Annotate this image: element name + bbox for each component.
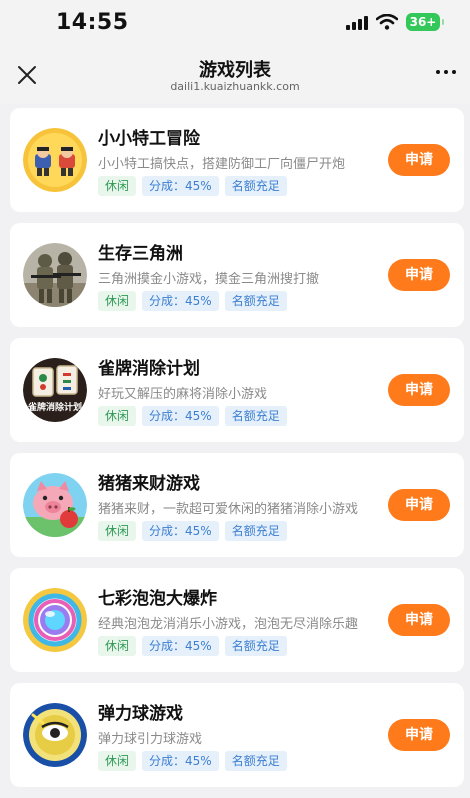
tag-quota: 名额充足 xyxy=(224,521,287,541)
apply-button[interactable]: 申请 xyxy=(388,144,450,176)
apply-button[interactable]: 申请 xyxy=(388,719,450,751)
game-card[interactable]: 雀牌消除计划 雀牌消除计划 好玩又解压的麻将消除小游戏 休闲 分成：45% 名额… xyxy=(10,338,464,442)
tag-share: 分成：45% xyxy=(142,176,219,196)
game-list: 小小特工冒险 小小特工搞快点，搭建防御工厂向僵尸开炮 休闲 分成：45% 名额充… xyxy=(10,108,464,798)
tag-list: 休闲 分成：45% 名额充足 xyxy=(98,751,287,771)
tag-type: 休闲 xyxy=(98,521,137,541)
mahjong-icon: 雀牌消除计划 xyxy=(23,358,87,422)
tag-quota: 名额充足 xyxy=(224,291,287,311)
agents-icon xyxy=(23,128,87,192)
signal-icon xyxy=(346,14,368,30)
tag-list: 休闲 分成：45% 名额充足 xyxy=(98,291,287,311)
soldiers-icon xyxy=(23,243,87,307)
status-bar: 14:55 36+ xyxy=(0,0,470,48)
bubble-icon xyxy=(23,588,87,652)
game-card[interactable]: 生存三角洲 三角洲摸金小游戏，摸金三角洲搜打撤 休闲 分成：45% 名额充足 申… xyxy=(10,223,464,327)
more-icon[interactable] xyxy=(436,70,456,74)
game-name: 生存三角洲 xyxy=(98,244,183,264)
tag-share: 分成：45% xyxy=(142,406,219,426)
battery-icon: 36+ xyxy=(406,13,444,31)
tag-type: 休闲 xyxy=(98,751,137,771)
tag-quota: 名额充足 xyxy=(224,406,287,426)
status-time: 14:55 xyxy=(56,10,129,35)
page-title: 游戏列表 xyxy=(199,60,271,81)
tag-quota: 名额充足 xyxy=(224,751,287,771)
apply-button[interactable]: 申请 xyxy=(388,259,450,291)
game-desc: 弹力球引力球游戏 xyxy=(98,732,203,747)
game-name: 猪猪来财游戏 xyxy=(98,474,200,494)
game-name: 弹力球游戏 xyxy=(98,704,183,724)
tag-share: 分成：45% xyxy=(142,291,219,311)
apply-button[interactable]: 申请 xyxy=(388,489,450,521)
tag-quota: 名额充足 xyxy=(224,636,287,656)
tag-type: 休闲 xyxy=(98,636,137,656)
nav-bar: 游戏列表 daili1.kuaizhuankk.com xyxy=(0,48,470,104)
tag-share: 分成：45% xyxy=(142,521,219,541)
tag-list: 休闲 分成：45% 名额充足 xyxy=(98,636,287,656)
wifi-icon xyxy=(376,14,398,30)
game-card[interactable]: 弹力球游戏 弹力球引力球游戏 休闲 分成：45% 名额充足 申请 xyxy=(10,683,464,787)
tag-list: 休闲 分成：45% 名额充足 xyxy=(98,406,287,426)
tag-type: 休闲 xyxy=(98,406,137,426)
apply-button[interactable]: 申请 xyxy=(388,604,450,636)
tag-type: 休闲 xyxy=(98,176,137,196)
game-card[interactable]: 七彩泡泡大爆炸 经典泡泡龙消消乐小游戏，泡泡无尽消除乐趣 休闲 分成：45% 名… xyxy=(10,568,464,672)
status-icons: 36+ xyxy=(346,13,444,31)
tag-list: 休闲 分成：45% 名额充足 xyxy=(98,521,287,541)
avatar-caption: 雀牌消除计划 xyxy=(27,401,82,413)
game-desc: 猪猪来财，一款超可爱休闲的猪猪消除小游戏 xyxy=(98,502,359,517)
game-name: 七彩泡泡大爆炸 xyxy=(98,589,217,609)
page-url: daili1.kuaizhuankk.com xyxy=(170,80,300,93)
tag-share: 分成：45% xyxy=(142,751,219,771)
tag-list: 休闲 分成：45% 名额充足 xyxy=(98,176,287,196)
game-card[interactable]: 猪猪来财游戏 猪猪来财，一款超可爱休闲的猪猪消除小游戏 休闲 分成：45% 名额… xyxy=(10,453,464,557)
tag-share: 分成：45% xyxy=(142,636,219,656)
game-desc: 三角洲摸金小游戏，摸金三角洲搜打撤 xyxy=(98,272,320,287)
game-name: 小小特工冒险 xyxy=(98,129,200,149)
game-name: 雀牌消除计划 xyxy=(98,359,200,379)
game-desc: 好玩又解压的麻将消除小游戏 xyxy=(98,387,268,402)
game-card[interactable]: 小小特工冒险 小小特工搞快点，搭建防御工厂向僵尸开炮 休闲 分成：45% 名额充… xyxy=(10,108,464,212)
game-desc: 经典泡泡龙消消乐小游戏，泡泡无尽消除乐趣 xyxy=(98,617,359,632)
pig-icon xyxy=(23,473,87,537)
tag-type: 休闲 xyxy=(98,291,137,311)
apply-button[interactable]: 申请 xyxy=(388,374,450,406)
tag-quota: 名额充足 xyxy=(224,176,287,196)
ball-icon xyxy=(23,703,87,767)
game-desc: 小小特工搞快点，搭建防御工厂向僵尸开炮 xyxy=(98,157,346,172)
